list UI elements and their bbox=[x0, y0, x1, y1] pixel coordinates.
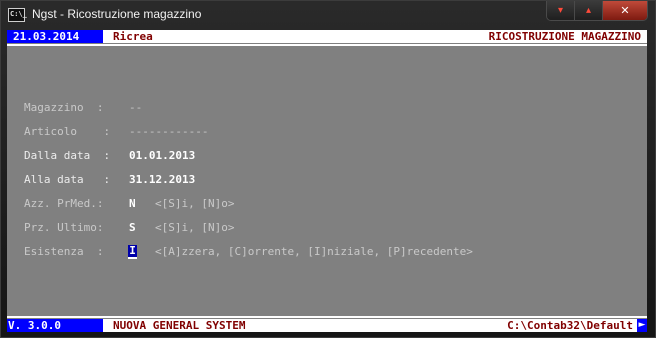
header-separator bbox=[7, 44, 647, 46]
scroll-right-icon[interactable]: ► bbox=[637, 319, 647, 332]
field-prz-ultimo-label: Prz. Ultimo: bbox=[24, 221, 104, 234]
field-magazzino-value[interactable]: -- bbox=[129, 101, 142, 115]
field-articolo-label: Articolo : bbox=[24, 125, 111, 138]
field-esistenza-label: Esistenza : bbox=[24, 245, 104, 258]
console-area[interactable]: 21.03.2014 Ricrea RICOSTRUZIONE MAGAZZIN… bbox=[7, 30, 647, 332]
field-dalla-data-label: Dalla data : bbox=[24, 149, 111, 162]
header-operation: Ricrea bbox=[113, 30, 153, 43]
field-prz-ultimo[interactable]: Prz. Ultimo: S <[S]i, [N]o> bbox=[24, 221, 234, 235]
field-esistenza-hint: <[A]zzera, [C]orrente, [I]niziale, [P]re… bbox=[155, 245, 473, 258]
maximize-button[interactable]: ▴ bbox=[575, 1, 603, 20]
footer-system-name: NUOVA GENERAL SYSTEM bbox=[113, 319, 246, 332]
field-azz-prmed-value[interactable]: N bbox=[129, 197, 136, 211]
window-title: Ngst - Ricostruzione magazzino bbox=[32, 7, 202, 21]
field-prz-ultimo-value[interactable]: S bbox=[129, 221, 136, 235]
field-alla-data[interactable]: Alla data : 31.12.2013 bbox=[24, 173, 195, 187]
window-controls: ▾ ▴ ✕ bbox=[546, 1, 648, 21]
field-prz-ultimo-hint: <[S]i, [N]o> bbox=[155, 221, 235, 234]
field-articolo[interactable]: Articolo : ------------ bbox=[24, 125, 208, 139]
footer-path: C:\Contab32\Default bbox=[507, 319, 633, 332]
maximize-icon: ▴ bbox=[585, 5, 592, 16]
header-date: 21.03.2014 bbox=[7, 30, 103, 43]
header-program-name: RICOSTRUZIONE MAGAZZINO bbox=[488, 30, 641, 43]
field-magazzino[interactable]: Magazzino : -- bbox=[24, 101, 142, 115]
footer-bar: V. 3.0.0 NUOVA GENERAL SYSTEM C:\Contab3… bbox=[7, 319, 647, 332]
field-esistenza[interactable]: Esistenza : I <[A]zzera, [C]orrente, [I]… bbox=[24, 245, 473, 259]
console-window: C:\_ Ngst - Ricostruzione magazzino ▾ ▴ … bbox=[0, 0, 656, 338]
footer-separator bbox=[7, 316, 647, 318]
field-articolo-value[interactable]: ------------ bbox=[129, 125, 208, 139]
minimize-button[interactable]: ▾ bbox=[547, 1, 575, 20]
field-magazzino-label: Magazzino : bbox=[24, 101, 104, 114]
console-app-icon[interactable]: C:\_ bbox=[8, 8, 27, 22]
close-icon: ✕ bbox=[620, 4, 630, 17]
field-alla-data-value[interactable]: 31.12.2013 bbox=[129, 173, 195, 187]
field-esistenza-input-cursor[interactable]: I bbox=[128, 245, 137, 259]
title-bar[interactable]: C:\_ Ngst - Ricostruzione magazzino ▾ ▴ … bbox=[1, 1, 655, 29]
footer-version: V. 3.0.0 bbox=[7, 319, 103, 332]
field-azz-prmed-label: Azz. PrMed.: bbox=[24, 197, 104, 210]
minimize-icon: ▾ bbox=[557, 5, 564, 16]
field-azz-prmed-hint: <[S]i, [N]o> bbox=[155, 197, 235, 210]
field-dalla-data-value[interactable]: 01.01.2013 bbox=[129, 149, 195, 163]
field-alla-data-label: Alla data : bbox=[24, 173, 111, 186]
field-azz-prmed[interactable]: Azz. PrMed.: N <[S]i, [N]o> bbox=[24, 197, 234, 211]
header-bar: 21.03.2014 Ricrea RICOSTRUZIONE MAGAZZIN… bbox=[7, 30, 647, 43]
close-button[interactable]: ✕ bbox=[603, 1, 647, 20]
field-dalla-data[interactable]: Dalla data : 01.01.2013 bbox=[24, 149, 195, 163]
